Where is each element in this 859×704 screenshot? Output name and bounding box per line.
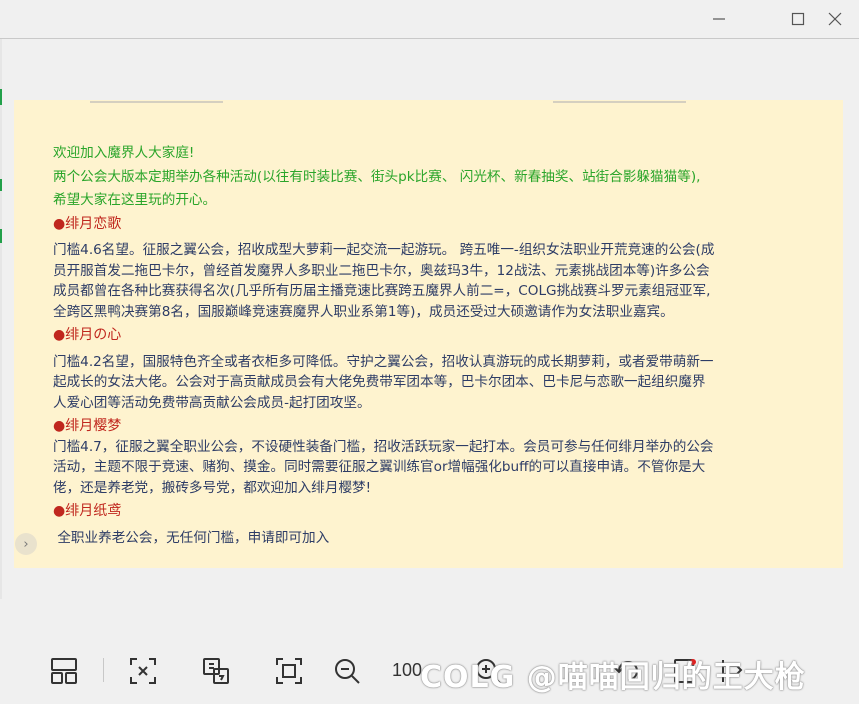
guild-desc-line: 人爱心团等活动免费带高贡献公会成员-起打团攻坚。 xyxy=(53,394,371,411)
toolbar-separator xyxy=(103,658,104,682)
guild-desc-line: 门槛4.2名望，国服特色齐全或者衣柜多可降低。守护之翼公会，招收认真游玩的成长期… xyxy=(53,353,714,370)
guild-title: ●绯月纸鸢 xyxy=(53,503,122,519)
canvas-top-edge xyxy=(90,101,223,103)
title-bar xyxy=(0,0,859,39)
fit-screen-icon[interactable] xyxy=(127,655,159,687)
left-edge-strip xyxy=(0,39,2,599)
guild-desc-line: 全跨区黑鸭决赛第8名，国服巅峰竞速赛魔界人职业系第1等)，成员还受过大硕邀请作为… xyxy=(53,303,674,320)
fullscreen-icon[interactable] xyxy=(273,655,305,687)
guild-desc-line: 门槛4.6名望。征服之翼公会，招收成型大萝莉一起交流一起游玩。 跨五唯一-组织女… xyxy=(53,242,715,258)
guild-desc-line: 活动，主题不限于竞速、赌狗、摸金。同时需要征服之翼训练官or增幅强化buff的可… xyxy=(53,459,706,475)
guild-title: ●绯月の心 xyxy=(53,327,122,343)
intro-line: 希望大家在这里玩的开心。 xyxy=(53,192,217,208)
guild-desc-line: 员开服首发二拖巴卡尔，曾经首发魔界人多职业二拖巴卡尔，奥兹玛3牛，12战法、元素… xyxy=(53,262,710,279)
guild-desc-line: 全职业养老公会，无任何门槛，申请即可加入 xyxy=(53,529,330,546)
zoom-out-icon[interactable] xyxy=(331,655,363,687)
guild-desc-line: 起成长的女法大佬。公会对于高贡献成员会有大佬免费带军团本等，巴卡尔团本、巴卡尼与… xyxy=(53,374,706,390)
guild-title: ●绯月樱梦 xyxy=(53,418,122,434)
original-size-icon[interactable] xyxy=(200,655,232,687)
maximize-icon[interactable] xyxy=(783,6,813,32)
image-viewer-window: 欢迎加入魔界人大家庭! 两个公会大版本定期举办各种活动(以往有时装比赛、街头pk… xyxy=(0,0,859,704)
expand-panel-button[interactable]: › xyxy=(15,533,37,555)
minimize-icon[interactable] xyxy=(704,6,734,32)
chevron-right-icon: › xyxy=(23,536,29,552)
guild-desc-line: 佬，还是养老党，搬砖多号党，都欢迎加入绯月樱梦! xyxy=(53,479,372,496)
strip-mark xyxy=(0,89,2,105)
strip-mark xyxy=(0,179,2,191)
guild-desc-line: 成员都曾在各种比赛获得名次(几乎所有历届主播竞速比赛跨五魔界人前二=，COLG挑… xyxy=(53,283,711,299)
close-icon[interactable] xyxy=(820,6,850,32)
thumbnail-view-icon[interactable] xyxy=(48,655,80,687)
zoom-level[interactable]: 100 xyxy=(392,660,422,681)
intro-line: 欢迎加入魔界人大家庭! xyxy=(53,145,195,161)
intro-line: 两个公会大版本定期举办各种活动(以往有时装比赛、街头pk比赛、 闪光杯、新春抽奖… xyxy=(53,168,701,185)
guild-title: ●绯月恋歌 xyxy=(53,215,122,232)
guild-desc-line: 门槛4.7，征服之翼全职业公会，不设硬性装备门槛，招收活跃玩家一起打本。会员可参… xyxy=(53,438,714,455)
canvas-top-edge xyxy=(553,101,686,103)
guild-recruitment-text: 欢迎加入魔界人大家庭! 两个公会大版本定期举办各种活动(以往有时装比赛、街头pk… xyxy=(53,143,813,548)
strip-mark xyxy=(0,229,2,243)
watermark: COLG @喵喵回归的王大枪 xyxy=(420,660,806,695)
